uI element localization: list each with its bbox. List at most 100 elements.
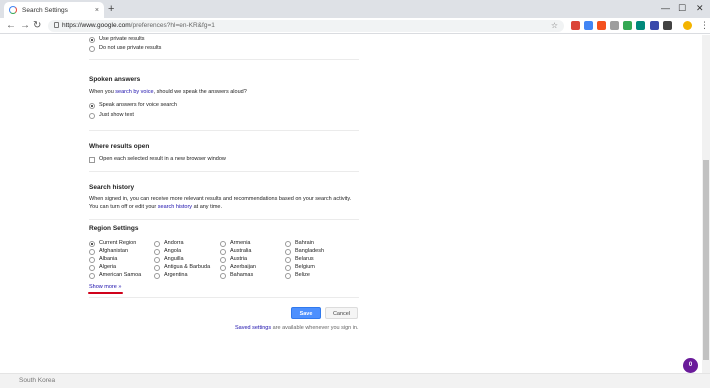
- saved-settings-link[interactable]: Saved settings: [235, 325, 271, 331]
- tab-search-settings[interactable]: Search Settings ×: [4, 2, 104, 18]
- region-option[interactable]: Antigua & Barbuda: [154, 264, 210, 271]
- radio-selected[interactable]: [89, 36, 95, 43]
- region-option[interactable]: Bangladesh: [285, 248, 324, 255]
- region-radio[interactable]: [89, 248, 95, 255]
- region-radio[interactable]: [89, 256, 95, 263]
- back-button[interactable]: ←: [6, 20, 16, 32]
- option-no-private-results[interactable]: Do not use private results: [89, 45, 161, 52]
- region-label: Andorra: [164, 240, 184, 246]
- close-window-button[interactable]: ✕: [696, 2, 704, 14]
- show-more-link[interactable]: Show more »: [89, 284, 121, 290]
- new-tab-button[interactable]: +: [108, 3, 114, 15]
- footer: South Korea: [0, 373, 710, 388]
- option-just-show-text[interactable]: Just show text: [89, 112, 134, 119]
- tab-strip: Search Settings × + — ☐ ✕: [0, 0, 710, 18]
- radio-selected[interactable]: [89, 102, 95, 109]
- navy-extension-icon[interactable]: [650, 21, 659, 30]
- region-radio[interactable]: [154, 256, 160, 263]
- gray-extension-icon[interactable]: [610, 21, 619, 30]
- option-new-window[interactable]: Open each selected result in a new brows…: [89, 156, 226, 163]
- radio-unselected[interactable]: [89, 112, 95, 119]
- region-option[interactable]: Belize: [285, 272, 310, 279]
- maximize-button[interactable]: ☐: [678, 2, 686, 14]
- minimize-button[interactable]: —: [661, 2, 670, 14]
- region-option[interactable]: Current Region: [89, 240, 136, 247]
- region-radio[interactable]: [89, 264, 95, 271]
- region-radio[interactable]: [220, 240, 226, 247]
- region-radio[interactable]: [154, 272, 160, 279]
- blue-extension-icon[interactable]: [584, 21, 593, 30]
- region-radio[interactable]: [285, 240, 291, 247]
- profile-avatar[interactable]: [683, 21, 692, 30]
- settings-page: Use private results Do not use private r…: [0, 35, 702, 373]
- region-option[interactable]: Andorra: [154, 240, 184, 247]
- cancel-button[interactable]: Cancel: [325, 307, 358, 319]
- footer-location: South Korea: [19, 377, 56, 384]
- reload-button[interactable]: ↻: [33, 20, 41, 32]
- search-history-link[interactable]: search history: [158, 204, 192, 210]
- section-title-spoken-answers: Spoken answers: [89, 76, 141, 83]
- region-radio[interactable]: [220, 272, 226, 279]
- green-extension-icon[interactable]: [623, 21, 632, 30]
- spoken-answers-description: When you search by voice, should we spea…: [89, 89, 247, 95]
- close-tab-icon[interactable]: ×: [95, 7, 99, 14]
- region-label: Belarus: [295, 256, 314, 262]
- dark-extension-icon[interactable]: [663, 21, 672, 30]
- bookmark-star-icon[interactable]: ☆: [551, 20, 558, 32]
- checkbox-new-window[interactable]: [89, 156, 95, 163]
- teal-extension-icon[interactable]: [636, 21, 645, 30]
- region-label: Anguilla: [164, 256, 184, 262]
- region-radio[interactable]: [154, 240, 160, 247]
- section-title-search-history: Search history: [89, 184, 135, 191]
- region-label: Bahamas: [230, 272, 254, 278]
- region-option[interactable]: Belgium: [285, 264, 315, 271]
- region-label: Current Region: [99, 240, 137, 246]
- save-button[interactable]: Save: [291, 307, 321, 319]
- region-option[interactable]: Angola: [154, 248, 181, 255]
- region-option[interactable]: Albania: [89, 256, 117, 263]
- region-label: Afghanistan: [99, 248, 129, 254]
- divider: [89, 59, 359, 60]
- option-use-private-results[interactable]: Use private results: [89, 36, 145, 43]
- address-bar[interactable]: https://www.google.com/preferences?hl=en…: [48, 20, 564, 32]
- radio-unselected[interactable]: [89, 45, 95, 52]
- region-radio[interactable]: [89, 272, 95, 279]
- region-option[interactable]: Azerbaijan: [220, 264, 256, 271]
- region-radio[interactable]: [285, 256, 291, 263]
- red-extension-icon[interactable]: [571, 21, 580, 30]
- region-option[interactable]: Argentina: [154, 272, 188, 279]
- region-radio[interactable]: [220, 256, 226, 263]
- region-label: Algeria: [99, 264, 117, 270]
- orange-extension-icon[interactable]: [597, 21, 606, 30]
- region-option[interactable]: Bahamas: [220, 272, 253, 279]
- region-radio[interactable]: [285, 248, 291, 255]
- region-radio[interactable]: [285, 272, 291, 279]
- region-radio[interactable]: [285, 264, 291, 271]
- region-label: American Samoa: [99, 272, 142, 278]
- region-radio[interactable]: [89, 240, 95, 247]
- divider: [89, 171, 359, 172]
- region-radio[interactable]: [154, 248, 160, 255]
- region-option[interactable]: Austria: [220, 256, 247, 263]
- browser-menu-icon[interactable]: ⋮: [700, 20, 709, 30]
- divider: [89, 219, 359, 220]
- section-title-region-settings: Region Settings: [89, 225, 139, 232]
- region-option[interactable]: Bahrain: [285, 240, 314, 247]
- region-option[interactable]: Afghanistan: [89, 248, 128, 255]
- region-radio[interactable]: [220, 264, 226, 271]
- region-option[interactable]: Algeria: [89, 264, 116, 271]
- region-option[interactable]: Anguilla: [154, 256, 184, 263]
- page-scrollbar[interactable]: [702, 35, 710, 373]
- notification-badge[interactable]: 0: [683, 358, 698, 373]
- region-option[interactable]: American Samoa: [89, 272, 141, 279]
- region-radio[interactable]: [220, 248, 226, 255]
- region-option[interactable]: Armenia: [220, 240, 250, 247]
- forward-button[interactable]: →: [20, 20, 30, 32]
- search-by-voice-link[interactable]: search by voice: [115, 89, 153, 95]
- scrollbar-thumb[interactable]: [703, 160, 709, 360]
- region-option[interactable]: Belarus: [285, 256, 314, 263]
- region-option[interactable]: Australia: [220, 248, 251, 255]
- region-radio[interactable]: [154, 264, 160, 271]
- option-speak-answers[interactable]: Speak answers for voice search: [89, 102, 177, 109]
- red-annotation-underline: [88, 292, 123, 294]
